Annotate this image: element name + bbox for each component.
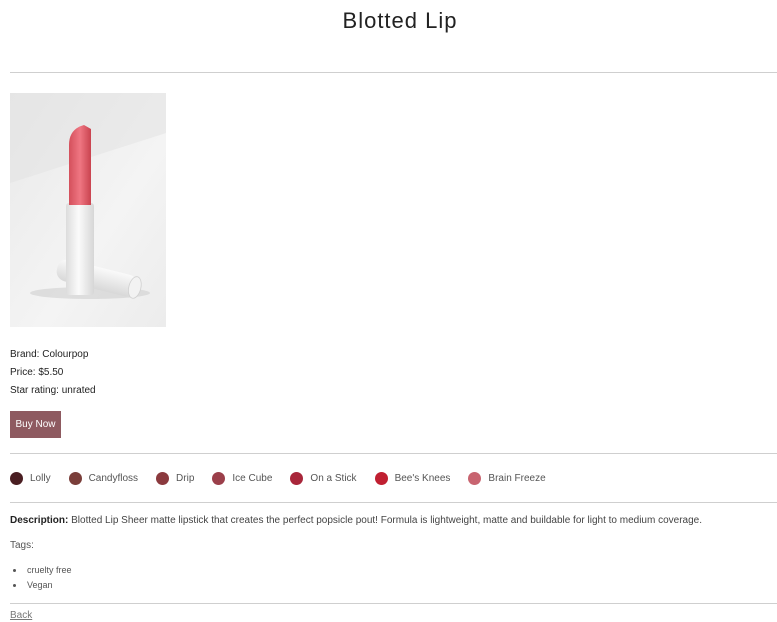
rating-text: Star rating: unrated [10, 385, 96, 396]
swatch-bees-knees[interactable]: Bee's Knees [374, 471, 451, 485]
swatch-lolly[interactable]: Lolly [10, 471, 51, 485]
description-text: Blotted Lip Sheer matte lipstick that cr… [68, 515, 703, 526]
description-label: Description: [10, 515, 69, 526]
swatch-label: On a Stick [310, 472, 357, 484]
color-dot-icon [468, 471, 482, 485]
color-dot-icon [290, 471, 304, 485]
color-dot-icon [212, 471, 226, 485]
product-meta: Brand: Colourpop Price: $5.50 Star ratin… [10, 346, 96, 400]
list-item: cruelty free [25, 563, 72, 578]
product-description: Description: Blotted Lip Sheer matte lip… [10, 515, 775, 526]
brand-text: Brand: Colourpop [10, 349, 89, 360]
swatch-label: Ice Cube [232, 472, 273, 484]
color-dot-icon [374, 471, 388, 485]
swatch-label: Brain Freeze [488, 472, 546, 484]
buy-now-button[interactable]: Buy Now [10, 411, 61, 438]
swatch-on-a-stick[interactable]: On a Stick [290, 471, 357, 485]
swatch-label: Candyfloss [88, 472, 139, 484]
product-image [10, 93, 166, 327]
divider [10, 603, 777, 604]
back-link[interactable]: Back [10, 610, 32, 621]
page-title: Blotted Lip [342, 8, 458, 33]
swatch-label: Bee's Knees [394, 472, 451, 484]
list-item: Vegan [25, 578, 72, 593]
swatch-ice-cube[interactable]: Ice Cube [212, 471, 273, 485]
divider [10, 72, 777, 73]
swatch-label: Lolly [30, 472, 51, 484]
color-dot-icon [10, 471, 23, 485]
tags-label: Tags: [10, 540, 34, 551]
color-dot-icon [156, 471, 170, 485]
swatch-brain-freeze[interactable]: Brain Freeze [468, 471, 546, 485]
shade-swatches: Lolly Candyfloss Drip Ice Cube On a Stic… [10, 471, 564, 485]
swatch-candyfloss[interactable]: Candyfloss [68, 471, 139, 485]
tag-list: cruelty free Vegan [10, 563, 72, 593]
swatch-drip[interactable]: Drip [156, 471, 195, 485]
swatch-label: Drip [176, 472, 195, 484]
divider [10, 502, 777, 503]
divider [10, 453, 777, 454]
price-text: Price: $5.50 [10, 367, 64, 378]
color-dot-icon [68, 471, 82, 485]
